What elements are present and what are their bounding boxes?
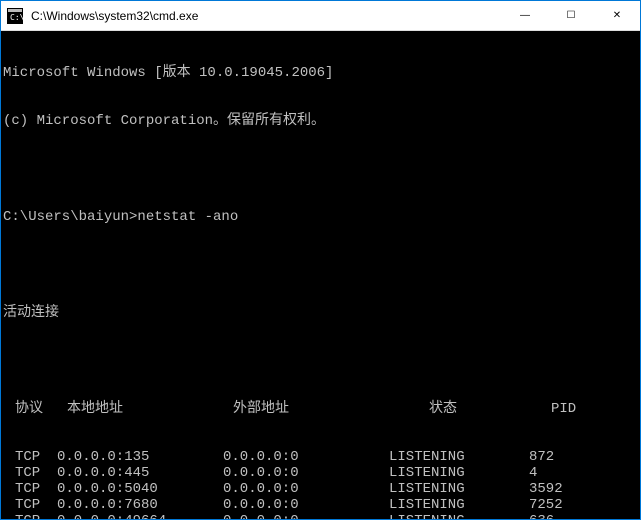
header-state: 状态 [389, 401, 529, 417]
cell-state: LISTENING [389, 513, 529, 519]
cell-local: 0.0.0.0:7680 [57, 497, 223, 513]
header-pid: PID [529, 401, 638, 417]
table-row: TCP0.0.0.0:76800.0.0.0:0LISTENING7252 [3, 497, 638, 513]
cell-state: LISTENING [389, 465, 529, 481]
cell-local: 0.0.0.0:135 [57, 449, 223, 465]
titlebar[interactable]: C:\ C:\Windows\system32\cmd.exe — ☐ ✕ [1, 1, 640, 31]
cell-foreign: 0.0.0.0:0 [223, 465, 389, 481]
banner-line-2: (c) Microsoft Corporation。保留所有权利。 [3, 113, 638, 129]
table-header: 协议 本地地址 外部地址 状态 PID [3, 401, 638, 417]
cell-pid: 636 [529, 513, 638, 519]
terminal-output[interactable]: Microsoft Windows [版本 10.0.19045.2006] (… [1, 31, 640, 519]
cmd-window: C:\ C:\Windows\system32\cmd.exe — ☐ ✕ Mi… [1, 1, 640, 519]
maximize-button[interactable]: ☐ [548, 1, 594, 30]
cell-local: 0.0.0.0:445 [57, 465, 223, 481]
cell-proto: TCP [3, 449, 57, 465]
svg-text:C:\: C:\ [10, 13, 23, 22]
cell-pid: 4 [529, 465, 638, 481]
window-title: C:\Windows\system32\cmd.exe [29, 9, 502, 23]
cell-pid: 3592 [529, 481, 638, 497]
table-row: TCP0.0.0.0:4450.0.0.0:0LISTENING4 [3, 465, 638, 481]
cell-local: 0.0.0.0:5040 [57, 481, 223, 497]
cell-proto: TCP [3, 513, 57, 519]
cell-pid: 7252 [529, 497, 638, 513]
header-local: 本地地址 [57, 401, 223, 417]
prompt-line: C:\Users\baiyun>netstat -ano [3, 209, 638, 225]
prompt-path: C:\Users\baiyun> [3, 209, 137, 225]
cell-state: LISTENING [389, 497, 529, 513]
table-row: TCP0.0.0.0:496640.0.0.0:0LISTENING636 [3, 513, 638, 519]
cell-state: LISTENING [389, 449, 529, 465]
table-row: TCP0.0.0.0:50400.0.0.0:0LISTENING3592 [3, 481, 638, 497]
cell-proto: TCP [3, 481, 57, 497]
header-foreign: 外部地址 [223, 401, 389, 417]
table-row: TCP0.0.0.0:1350.0.0.0:0LISTENING872 [3, 449, 638, 465]
cell-foreign: 0.0.0.0:0 [223, 497, 389, 513]
cell-proto: TCP [3, 465, 57, 481]
blank-line [3, 257, 638, 273]
connection-rows: TCP0.0.0.0:1350.0.0.0:0LISTENING872TCP0.… [3, 449, 638, 519]
cell-foreign: 0.0.0.0:0 [223, 513, 389, 519]
blank-line [3, 161, 638, 177]
cell-pid: 872 [529, 449, 638, 465]
prompt-command: netstat -ano [137, 209, 238, 225]
cell-local: 0.0.0.0:49664 [57, 513, 223, 519]
cell-state: LISTENING [389, 481, 529, 497]
close-button[interactable]: ✕ [594, 1, 640, 30]
cmd-icon: C:\ [7, 8, 23, 24]
banner-line-1: Microsoft Windows [版本 10.0.19045.2006] [3, 65, 638, 81]
header-proto: 协议 [3, 401, 57, 417]
cell-foreign: 0.0.0.0:0 [223, 449, 389, 465]
window-controls: — ☐ ✕ [502, 1, 640, 30]
section-title: 活动连接 [3, 305, 638, 321]
minimize-button[interactable]: — [502, 1, 548, 30]
cell-foreign: 0.0.0.0:0 [223, 481, 389, 497]
blank-line [3, 353, 638, 369]
cell-proto: TCP [3, 497, 57, 513]
